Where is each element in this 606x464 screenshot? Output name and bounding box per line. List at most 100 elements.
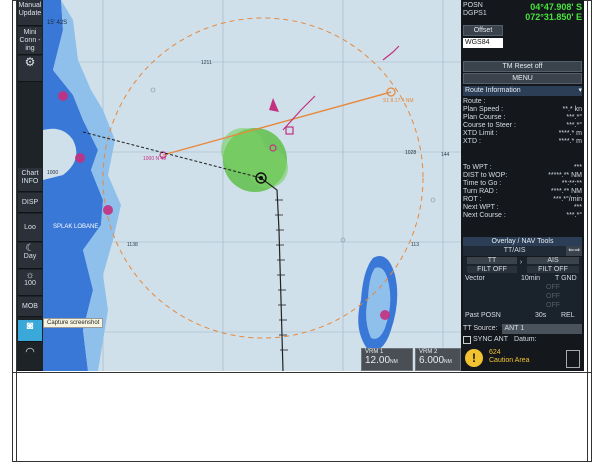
frame-divider-right (587, 0, 588, 462)
place-label: SPLAK LOBANE (53, 224, 99, 230)
lat-label: 15' 42S (47, 20, 68, 26)
past-posn-mode[interactable]: REL (561, 312, 575, 319)
xtd-limit-key: XTD Limit : (463, 130, 498, 137)
past-posn-value[interactable]: 30s (535, 312, 546, 319)
route-info-title: Route Information (465, 87, 521, 94)
moon-sun-icon: ☾ (25, 243, 35, 254)
route-label: S1 8.17.4 NM (383, 98, 414, 104)
offset-button[interactable]: Offset (463, 25, 503, 36)
capture-button[interactable]: ◙ (18, 320, 42, 342)
mini-conning-button[interactable]: Mini Conn -ing (18, 27, 42, 55)
next-wpt-val: *** (573, 204, 582, 211)
next-course-key: Next Course : (463, 212, 506, 219)
to-wpt-val: *** (573, 164, 582, 171)
posn-label: POSN (463, 2, 483, 9)
course-steer-key: Course to Steer : (463, 122, 516, 129)
ais-button[interactable]: AIS (527, 257, 579, 264)
depth-label: 144 (441, 152, 450, 158)
ttg-val: **:**:** (561, 180, 582, 187)
ttg-key: Time to Go : (463, 180, 502, 187)
manual-update-button[interactable]: Manual Update (18, 0, 42, 26)
plan-course-val: ***.*° (566, 114, 582, 121)
dist-key: DIST to WOP: (463, 172, 508, 179)
route-info-header[interactable]: Route Information ▾ (463, 86, 582, 96)
camera-icon: ◙ (26, 320, 34, 332)
vrm1-box[interactable]: VRM 1 12.00NM (361, 348, 413, 371)
vrm2-unit: NM (444, 359, 452, 365)
dgps-label: DGPS1 (463, 10, 487, 17)
brightness-button[interactable]: ☼ 100 (18, 270, 42, 296)
chart-canvas[interactable] (43, 0, 461, 371)
depth-label: 113 (411, 242, 419, 248)
loo-button[interactable]: Loo (18, 214, 42, 242)
power-button[interactable]: ◠ (18, 346, 42, 371)
capture-tooltip: Capture screenshot (43, 318, 104, 328)
next-course-val: ***.*° (566, 212, 582, 219)
vrm2-value: 6.000 (419, 355, 445, 366)
datum-label: Datum: (514, 336, 537, 343)
sun-icon: ☼ (25, 270, 35, 281)
depth-label: 1211 (201, 60, 212, 66)
caution-count: 624 (489, 349, 501, 356)
day-label: Day (23, 253, 37, 260)
mob-button[interactable]: MOB (18, 297, 42, 317)
xtd-key: XTD : (463, 138, 481, 145)
chart-info-button[interactable]: Chart INFO (18, 168, 42, 192)
xtd-limit-val: ****.* m (558, 130, 582, 137)
tt-source-select[interactable]: ANT 1 (501, 324, 582, 334)
plan-course-key: Plan Course : (463, 114, 506, 121)
plan-speed-key: Plan Speed : (463, 106, 504, 113)
tt-source-label: TT Source: (463, 325, 498, 332)
off-3[interactable]: OFF (527, 302, 579, 309)
vector-value[interactable]: 10min (521, 275, 540, 282)
off-1[interactable]: OFF (527, 284, 579, 291)
route-info-list: Route : Plan Speed : **.* kn Plan Course … (463, 98, 582, 146)
frame-divider-horizontal (12, 372, 592, 373)
xtd-val: ****.* m (558, 138, 582, 145)
sync-ant-checkbox[interactable] (463, 336, 471, 344)
plan-speed-val: **.* kn (562, 106, 582, 113)
range-label: 1000 N 49 (143, 156, 167, 162)
vrm1-value: 12.00 (365, 355, 391, 366)
tm-reset-button[interactable]: TM Reset off (463, 61, 582, 72)
depth-label: 1000 (47, 170, 59, 176)
vrm2-box[interactable]: VRM 2 6.000NM (415, 348, 461, 371)
overlay-header[interactable]: Overlay / NAV Tools (463, 237, 582, 246)
off-2[interactable]: OFF (527, 293, 579, 300)
wpt-info-list: To WPT : *** DIST to WOP: *****.** NM Time… (463, 164, 582, 220)
dist-val: *****.** NM (548, 172, 582, 179)
caution-text: Caution Area (489, 357, 530, 364)
turn-rad-key: Turn RAD : (463, 188, 498, 195)
warning-icon: ! (465, 349, 483, 367)
latitude-value: 04°47.908' S (530, 2, 582, 12)
left-toolbar: Manual Update Mini Conn -ing ⚙ Chart INF… (17, 0, 43, 371)
rot-val: ***.*°/min (553, 196, 582, 203)
power-icon: ◠ (25, 346, 35, 358)
depth-label: 1138 (127, 242, 138, 248)
route-key: Route : (463, 98, 486, 105)
course-steer-val: ***.*° (566, 122, 582, 129)
past-posn-label: Past POSN (465, 312, 501, 319)
datum-value: WGS84 (463, 38, 503, 48)
day-mode-button[interactable]: ☾ Day (18, 243, 42, 269)
vector-label: Vector (465, 275, 485, 282)
disp-button[interactable]: DISP (18, 193, 42, 213)
tt-ais-title: TT/AIS (503, 247, 526, 254)
right-panel: POSN DGPS1 04°47.908' S 072°31.850' E Of… (461, 0, 584, 371)
turn-rad-val: ****.** NM (550, 188, 582, 195)
settings-button[interactable]: ⚙ (18, 56, 42, 82)
nautical-chart[interactable]: 15' 42S 1000 SPLAK LOBANE 1211 1028 144 … (43, 0, 461, 371)
vector-mode[interactable]: T GND (555, 275, 577, 282)
gear-icon: ⚙ (24, 55, 36, 69)
arrows-icon[interactable]: ⇐⇒ (566, 246, 582, 256)
tt-ais-panel: TT › AIS FILT OFF FILT OFF Vector 10min … (463, 257, 582, 327)
sync-ant-label: SYNC ANT (473, 336, 509, 343)
list-icon[interactable] (566, 350, 580, 368)
tt-button[interactable]: TT (467, 257, 517, 264)
tt-filter[interactable]: FILT OFF (467, 266, 517, 273)
vrm1-unit: NM (390, 359, 398, 365)
caution-bar[interactable]: ! 624 Caution Area (461, 346, 584, 371)
ais-filter[interactable]: FILT OFF (527, 266, 579, 273)
menu-button[interactable]: MENU (463, 73, 582, 84)
ecdis-screen: 15' 42S 1000 SPLAK LOBANE 1211 1028 144 … (17, 0, 584, 371)
